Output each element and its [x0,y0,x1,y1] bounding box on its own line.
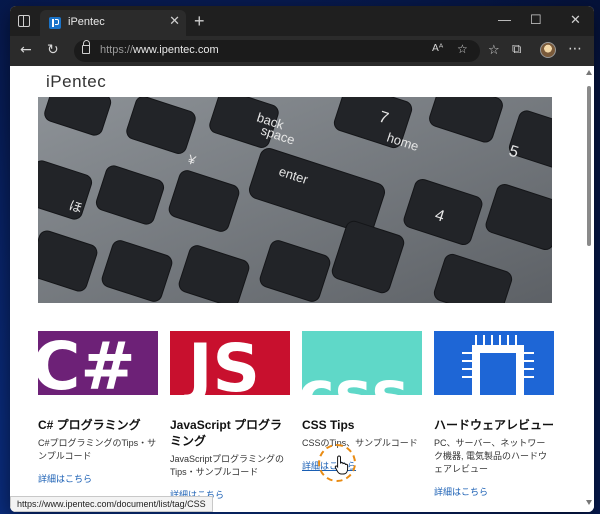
tab-title: iPentec [68,16,105,28]
browser-toolbar: ← ↻ https://www.ipentec.com Aᴬ ☆ ☆ ⧉ ⋯ [10,36,594,66]
chip-thumbnail[interactable] [434,331,554,395]
read-aloud-icon[interactable]: Aᴬ [432,43,443,54]
card-description: JavaScriptプログラミングのTips・サンプルコード [170,454,285,477]
page-content: iPentec back space home 7 5 enter 4 ¥ ほ … [10,66,594,512]
add-favorite-icon[interactable]: ☆ [457,42,468,56]
tab-actions-icon[interactable] [18,15,30,27]
ipentec-favicon-icon [49,17,61,29]
svg-text:JS: JS [184,331,260,395]
status-bar-url: https://www.ipentec.com/document/list/ta… [10,496,213,512]
scroll-thumb[interactable] [587,86,591,246]
scroll-down-arrow-icon[interactable] [586,500,592,505]
svg-text:css: css [302,357,409,395]
tab-ipentec[interactable]: iPentec ✕ [40,10,186,36]
card-title: JavaScript プログラミング [170,418,283,448]
maximize-button[interactable]: ☐ [530,12,542,28]
hand-cursor-icon [334,455,349,475]
card-title: ハードウェアレビュー [434,418,555,432]
back-arrow-icon[interactable]: ← [20,42,32,58]
details-link[interactable]: 詳細はこちら [38,472,92,485]
lock-icon[interactable] [82,40,90,54]
new-tab-button[interactable]: + [194,11,205,32]
card-description: CSSのTips、サンプルコード [302,438,418,448]
scroll-up-arrow-icon[interactable] [586,70,592,75]
favorites-icon[interactable]: ☆ [488,43,500,58]
card-title: CSS Tips [302,418,355,432]
card-description: C#プログラミングのTips・サンプルコード [38,438,157,461]
card-javascript: JS JavaScript プログラミング JavaScriptプログラミングの… [170,331,290,502]
css-thumbnail[interactable]: css [302,331,422,395]
card-title: C# プログラミング [38,418,141,432]
browser-window: iPentec ✕ + — ☐ ✕ ← ↻ https://www.ipente… [10,6,594,512]
card-csharp: C# C# プログラミング C#プログラミングのTips・サンプルコード 詳細は… [38,331,158,486]
hero-keyboard-image: back space home 7 5 enter 4 ¥ ほ [38,97,552,303]
svg-text:C#: C# [38,331,136,395]
close-tab-icon[interactable]: ✕ [169,14,180,29]
javascript-thumbnail[interactable]: JS [170,331,290,395]
card-hardware: ハードウェアレビュー PC、サーバー、ネットワーク機器, 電気製品のハードウェア… [434,331,554,499]
more-menu-icon[interactable]: ⋯ [568,41,582,57]
card-css: css CSS Tips CSSのTips、サンプルコード 詳細はこちら [302,331,422,473]
minimize-button[interactable]: — [498,12,511,27]
close-window-button[interactable]: ✕ [570,12,581,28]
address-bar[interactable]: https://www.ipentec.com Aᴬ ☆ [74,40,480,62]
card-description: PC、サーバー、ネットワーク機器, 電気製品のハードウェアレビュー [434,438,548,474]
site-logo[interactable]: iPentec [46,72,106,92]
vertical-scrollbar[interactable] [586,70,592,505]
address-url[interactable]: https://www.ipentec.com [100,44,219,56]
collections-icon[interactable]: ⧉ [512,42,521,57]
profile-avatar[interactable] [540,42,556,58]
refresh-icon[interactable]: ↻ [47,42,59,58]
details-link[interactable]: 詳細はこちら [434,485,488,498]
csharp-thumbnail[interactable]: C# [38,331,158,395]
title-bar: iPentec ✕ + — ☐ ✕ [10,6,594,36]
